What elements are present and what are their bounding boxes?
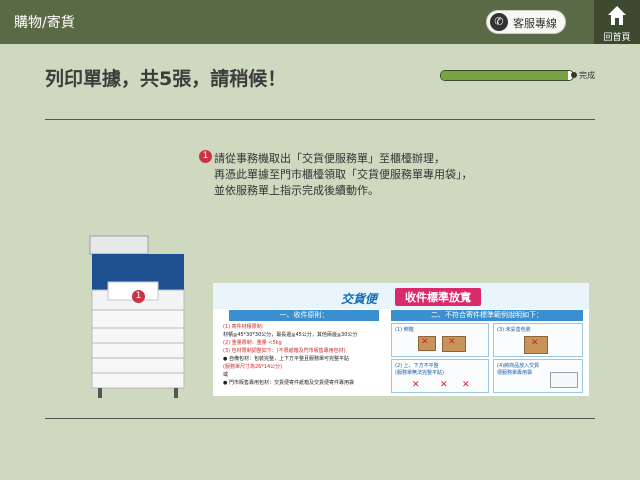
rule-3: (3) 包材限制調整如下：(不限紙箱及門市販售專用包材)	[223, 348, 346, 354]
home-button[interactable]: 回首頁	[594, 0, 640, 44]
example-1: (1) 倒箱 ✕ ✕	[391, 323, 489, 357]
example-4: (4)將商品放入交貨便服務單專用袋	[493, 359, 583, 393]
top-divider	[45, 119, 595, 120]
instruction-step-badge: 1	[199, 150, 212, 163]
printer-illustration	[89, 235, 185, 398]
example-3-note: (服務單無法完整平貼)	[395, 370, 444, 376]
rule-1: (1) 寄件材積限制：	[223, 324, 267, 330]
example-1-label: (1) 倒箱	[395, 327, 414, 333]
rule-2: (2) 重量限制：重量 <5kg	[223, 340, 282, 346]
printer-step-badge: 1	[132, 290, 145, 303]
cross-icon: ✕	[448, 337, 456, 347]
poster-title: 收件標準放寬	[395, 288, 481, 306]
phone-icon: ✆	[490, 13, 508, 31]
home-label: 回首頁	[603, 33, 631, 43]
shipping-rules-poster: 交貨便 收件標準放寬 一、收件原則： 二、不符合寄件標準範例說明如下： (1) …	[213, 283, 589, 396]
poster-section-1: 一、收件原則：	[229, 310, 379, 321]
cross-icon: ✕	[440, 380, 448, 390]
cross-icon: ✕	[412, 380, 420, 390]
example-2-label: (3) 未妥善包裝	[497, 327, 531, 333]
cross-icon: ✕	[462, 380, 470, 390]
rule-1a: 材積≦45*30*30公分，最長邊≦45公分，其他兩邊≦30公分	[223, 332, 358, 338]
top-bar: 購物/寄貨 ✆ 客服專線 回首頁	[0, 0, 640, 44]
progress-label: 完成	[579, 71, 595, 80]
page-title: 購物/寄貨	[14, 15, 75, 31]
cross-icon: ✕	[421, 337, 429, 347]
customer-service-label: 客服專線	[513, 17, 557, 30]
bottom-divider	[45, 418, 595, 419]
rule-3a: ● 自備包材：包裝完整，上下方平整且服務單可完整平貼	[223, 356, 349, 362]
rule-3d: ● 門市販售專用包材：交貨便寄件紙箱及交貨便寄件專用袋	[223, 380, 354, 386]
progress-end-dot	[571, 72, 577, 78]
poster-brand: 交貨便	[341, 292, 378, 306]
progress-fill	[441, 71, 568, 80]
poster-section-2: 二、不符合寄件標準範例說明如下：	[391, 310, 583, 321]
rule-3b: (服務單尺寸為26*14公分)	[223, 364, 283, 370]
bag-icon	[550, 372, 578, 388]
progress-bar	[440, 70, 574, 81]
example-2: (3) 未妥善包裝 ✕	[493, 323, 583, 357]
example-3: (2) 上、下方不平整 (服務單無法完整平貼) ✕ ✕ ✕	[391, 359, 489, 393]
cross-icon: ✕	[531, 338, 539, 348]
example-3-label: (2) 上、下方不平整	[395, 363, 439, 369]
status-heading: 列印單據，共5張，請稍候！	[45, 68, 287, 90]
customer-service-button[interactable]: ✆ 客服專線	[486, 10, 566, 34]
instruction-line-1: 請從事務機取出「交貨便服務單」至櫃檯辦理，	[214, 152, 445, 165]
home-icon	[608, 6, 626, 25]
instruction-line-3: 並依服務單上指示完成後續動作。	[214, 184, 379, 197]
instruction-line-2: 再憑此單據至門市櫃檯領取「交貨便服務單專用袋」，	[214, 168, 473, 181]
example-4-label: (4)將商品放入交貨便服務單專用袋	[497, 363, 540, 376]
rule-3c: 或	[223, 372, 229, 378]
